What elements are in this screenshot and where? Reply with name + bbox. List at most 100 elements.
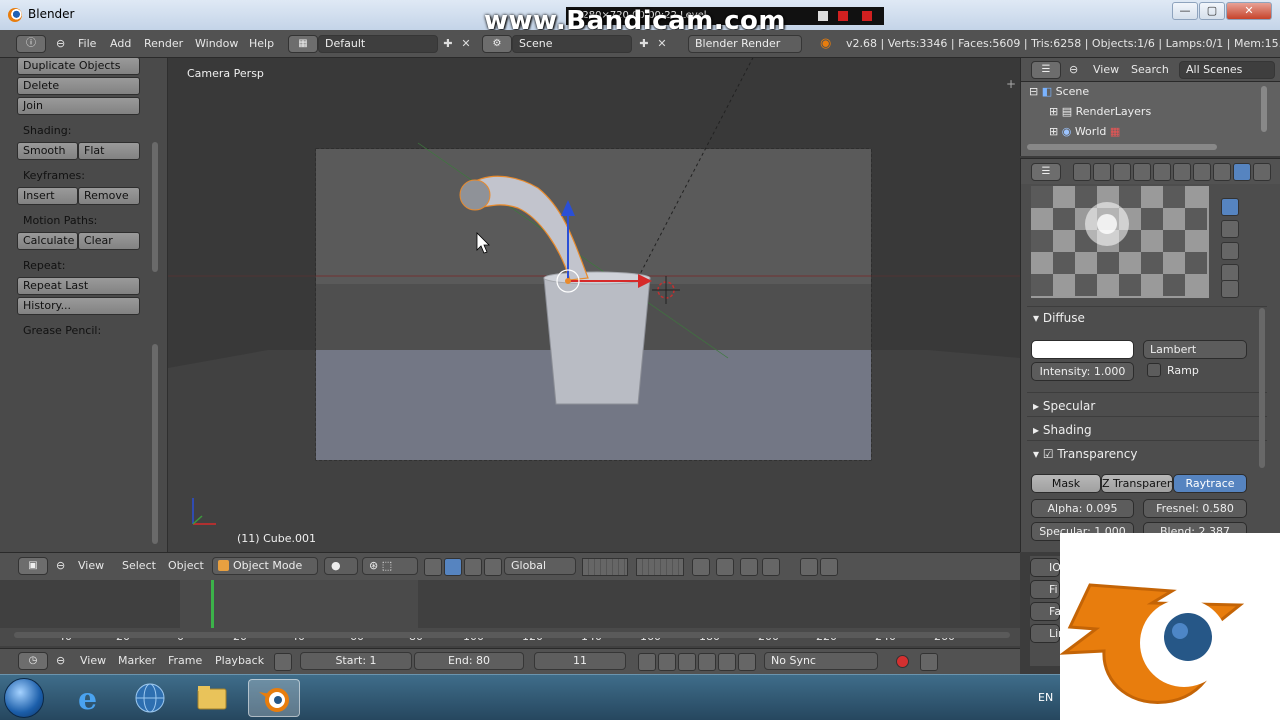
expand-icon[interactable]: ⊞ <box>1049 125 1058 138</box>
material-tab-icon[interactable] <box>1233 163 1251 181</box>
outliner-world-row[interactable]: ⊞ ◉ World ▦ <box>1021 122 1261 142</box>
start-frame-field[interactable]: Start: 1 <box>300 652 412 670</box>
clipped-row-limit[interactable]: Lin <box>1030 624 1065 643</box>
preview-range-icon[interactable] <box>274 653 292 671</box>
scene-tab-icon[interactable] <box>1113 163 1131 181</box>
keying-set-icon[interactable] <box>920 653 938 671</box>
snap-element-icon[interactable] <box>762 558 780 576</box>
play-icon[interactable] <box>698 653 716 671</box>
internet-explorer-icon[interactable]: e <box>64 679 116 717</box>
pause-icon[interactable] <box>838 11 848 21</box>
render-opengl-icon[interactable] <box>800 558 818 576</box>
collapse-3d-header-icon[interactable]: ⊖ <box>56 557 65 575</box>
lock-layers-icon[interactable] <box>692 558 710 576</box>
data-tab-icon[interactable] <box>1213 163 1231 181</box>
outliner-renderlayers-row[interactable]: ⊞ ▤ RenderLayers <box>1021 102 1261 122</box>
collapse-outliner-icon[interactable]: ⊖ <box>1069 61 1078 79</box>
smooth-button[interactable]: Smooth <box>17 142 78 160</box>
stop-icon[interactable] <box>862 11 872 21</box>
timeline-view-menu[interactable]: View <box>80 652 106 670</box>
minimize-button[interactable]: — <box>1172 2 1198 20</box>
diffuse-color-swatch[interactable] <box>1031 340 1134 359</box>
camera-icon[interactable] <box>818 11 828 21</box>
flat-button[interactable]: Flat <box>78 142 140 160</box>
3d-view-editor-type-icon[interactable]: ▣ <box>18 557 48 575</box>
history-button[interactable]: History... <box>17 297 140 315</box>
collapse-menu-icon[interactable]: ⊖ <box>56 35 65 53</box>
3d-view-menu[interactable]: View <box>78 557 104 575</box>
rotate-manipulator-icon[interactable] <box>464 558 482 576</box>
auto-keyframe-record-icon[interactable] <box>896 655 909 668</box>
file-explorer-icon[interactable] <box>186 679 238 717</box>
clipped-row-ior[interactable]: IO <box>1030 558 1061 577</box>
sync-mode-select[interactable]: No Sync <box>764 652 878 670</box>
timeline-scrollbar[interactable] <box>14 632 1010 638</box>
close-button[interactable]: ✕ <box>1226 2 1272 20</box>
3d-object-menu[interactable]: Object <box>168 557 204 575</box>
layers-grid-b[interactable] <box>636 558 684 576</box>
end-frame-field[interactable]: End: 80 <box>414 652 524 670</box>
timeline-marker-menu[interactable]: Marker <box>118 652 156 670</box>
remove-keyframe-button[interactable]: Remove <box>78 187 140 205</box>
render-layers-tab-icon[interactable] <box>1093 163 1111 181</box>
render-anim-icon[interactable] <box>820 558 838 576</box>
snap-toggle-icon[interactable] <box>740 558 758 576</box>
specular-panel-header[interactable]: ▸ Specular <box>1033 396 1095 416</box>
diffuse-panel-header[interactable]: ▾ Diffuse <box>1033 308 1085 328</box>
duplicate-objects-button[interactable]: Duplicate Objects <box>17 57 140 75</box>
alpha-field[interactable]: Alpha: 0.095 <box>1031 499 1134 518</box>
outliner-editor-type-icon[interactable]: ☰ <box>1031 61 1061 79</box>
scene-field[interactable]: Scene <box>512 35 632 53</box>
join-button[interactable]: Join <box>17 97 140 115</box>
tool-shelf-scrollbar-lower[interactable] <box>152 344 158 544</box>
delete-layout-icon[interactable]: ✕ <box>458 36 474 52</box>
current-frame-field[interactable]: 11 <box>534 652 626 670</box>
texture-tab-icon[interactable] <box>1253 163 1271 181</box>
menu-help[interactable]: Help <box>249 35 274 53</box>
timeline-frame-menu[interactable]: Frame <box>168 652 202 670</box>
object-tab-icon[interactable] <box>1153 163 1171 181</box>
outliner-filter-select[interactable]: All Scenes <box>1179 61 1275 79</box>
outliner-h-scrollbar[interactable] <box>1027 144 1217 150</box>
world-tab-icon[interactable] <box>1133 163 1151 181</box>
viewport-shading-select[interactable]: ● <box>324 557 358 575</box>
z-transparency-button[interactable]: Z Transparenc <box>1101 474 1173 493</box>
info-editor-type-icon[interactable]: ⓘ <box>16 35 46 53</box>
proportional-edit-icon[interactable] <box>716 558 734 576</box>
scene-icon[interactable]: ⚙ <box>482 35 512 53</box>
insert-keyframe-button[interactable]: Insert <box>17 187 78 205</box>
fresnel-field[interactable]: Fresnel: 0.580 <box>1143 499 1247 518</box>
pivot-point-select[interactable]: ⊛ ⬚ <box>362 557 418 575</box>
manipulator-toggle-icon[interactable] <box>424 558 442 576</box>
properties-editor-type-icon[interactable]: ☰ <box>1031 163 1061 181</box>
calculate-button[interactable]: Calculate <box>17 232 78 250</box>
menu-window[interactable]: Window <box>195 35 238 53</box>
screen-layout-icon[interactable]: ▦ <box>288 35 318 53</box>
play-reverse-icon[interactable] <box>678 653 696 671</box>
language-indicator[interactable]: EN <box>1038 691 1053 704</box>
outliner-view-menu[interactable]: View <box>1093 61 1119 79</box>
expand-icon[interactable]: ⊞ <box>1049 105 1058 118</box>
menu-add[interactable]: Add <box>110 35 131 53</box>
3d-select-menu[interactable]: Select <box>122 557 156 575</box>
repeat-last-button[interactable]: Repeat Last <box>17 277 140 295</box>
3d-viewport[interactable]: + Camera Persp (11) Cube.001 <box>168 58 1020 552</box>
add-layout-icon[interactable]: ✚ <box>440 36 456 52</box>
raytrace-button[interactable]: Raytrace <box>1173 474 1247 493</box>
timeline-playback-menu[interactable]: Playback <box>215 652 264 670</box>
transform-orientation-select[interactable]: Global <box>504 557 576 575</box>
scale-manipulator-icon[interactable] <box>484 558 502 576</box>
start-button-icon[interactable] <box>4 678 44 718</box>
outliner-scrollbar[interactable] <box>1261 86 1267 132</box>
blender-taskbar-icon[interactable] <box>248 679 300 717</box>
outliner-search-menu[interactable]: Search <box>1131 61 1169 79</box>
jump-keyframe-back-icon[interactable] <box>658 653 676 671</box>
timeline[interactable]: -40 -20 0 20 40 60 80 100 120 140 160 18… <box>0 580 1020 648</box>
intensity-field[interactable]: Intensity: 1.000 <box>1031 362 1134 381</box>
clipped-row-filter[interactable]: Fi <box>1030 580 1060 599</box>
expand-icon[interactable]: ⊟ <box>1029 85 1038 98</box>
delete-button[interactable]: Delete <box>17 77 140 95</box>
tool-shelf-scrollbar[interactable] <box>152 142 158 272</box>
screen-layout-field[interactable]: Default <box>318 35 438 53</box>
add-scene-icon[interactable]: ✚ <box>636 36 652 52</box>
